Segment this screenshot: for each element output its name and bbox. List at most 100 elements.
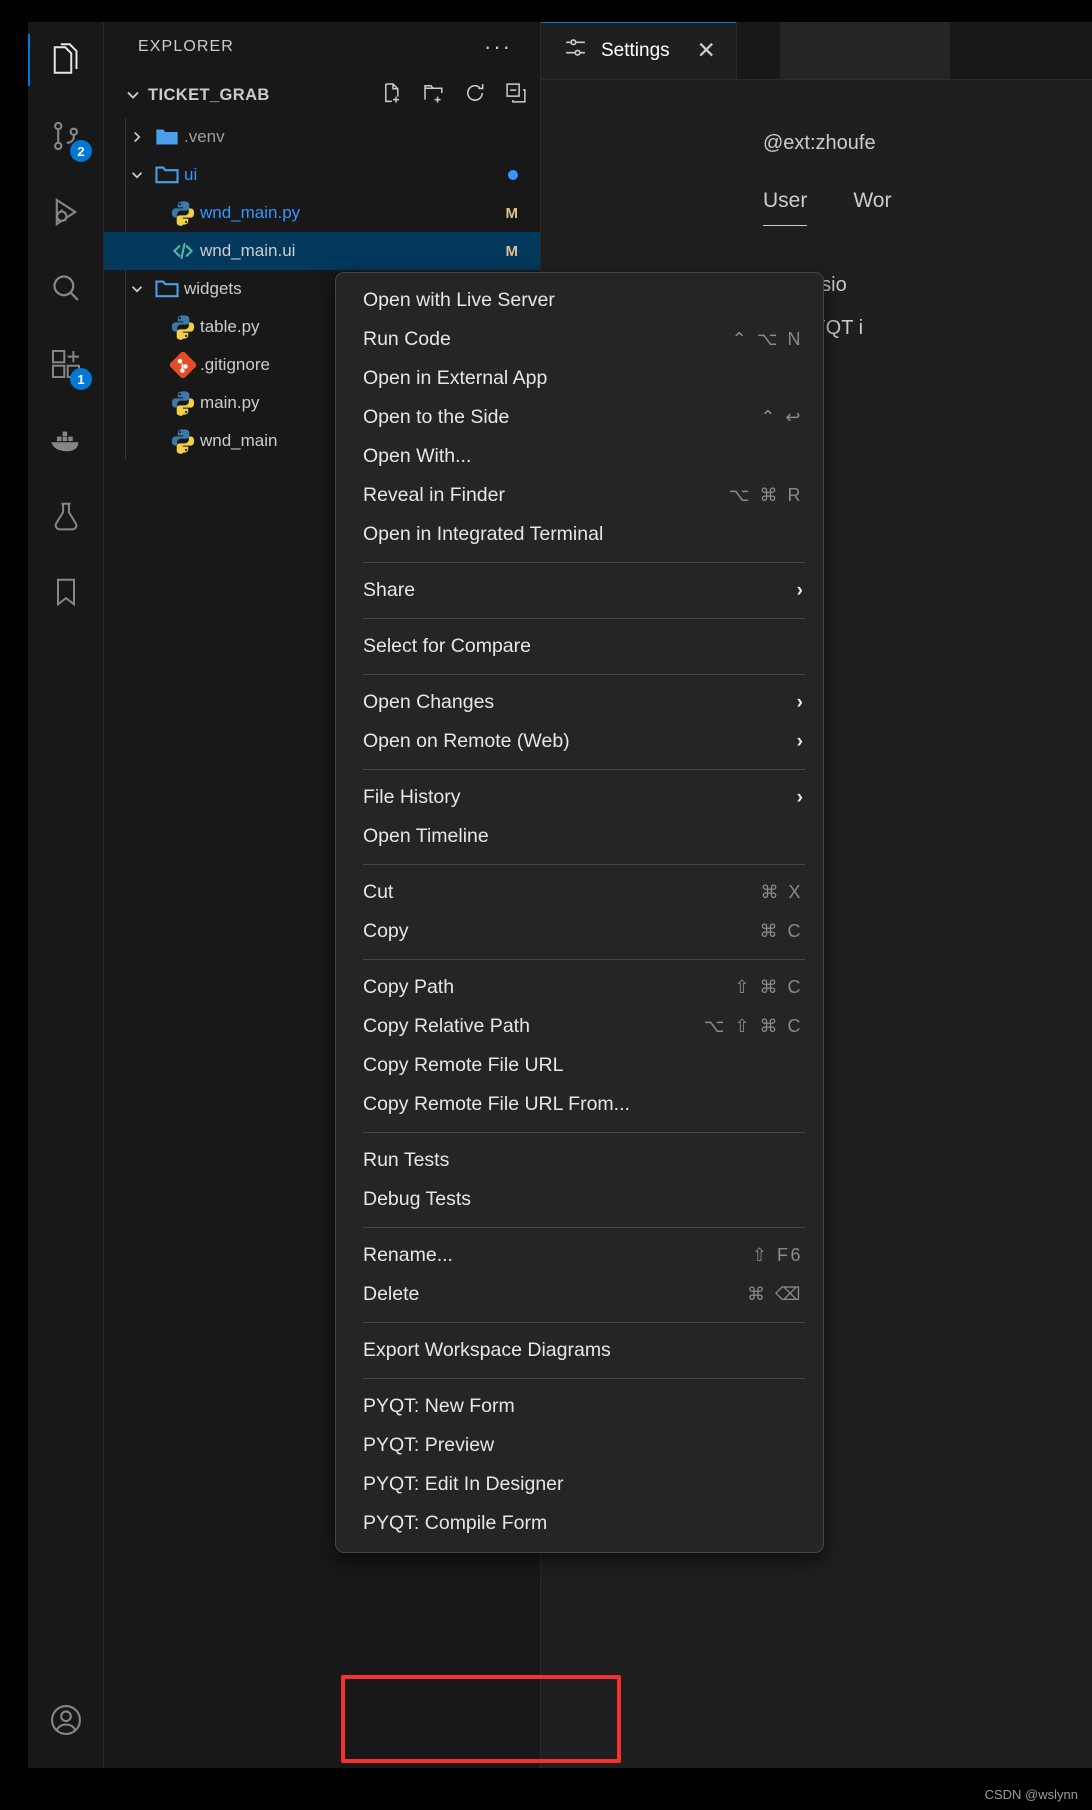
menu-item-run-code[interactable]: Run Code ⌃ ⌥ N xyxy=(336,320,823,359)
activity-item-search[interactable] xyxy=(28,250,104,326)
chevron-right-icon: › xyxy=(796,786,803,808)
chevron-right-icon: › xyxy=(796,730,803,752)
menu-item-label: Open Changes xyxy=(363,691,495,713)
activity-item-source-control[interactable]: 2 xyxy=(28,98,104,174)
menu-separator xyxy=(363,562,805,563)
tab-settings[interactable]: Settings ✕ xyxy=(541,22,737,79)
git-status-badge: M xyxy=(505,242,519,260)
menu-item-shortcut: ⌘ X xyxy=(760,882,803,902)
activity-item-extensions[interactable]: 1 xyxy=(28,326,104,402)
settings-gear-icon xyxy=(563,35,588,66)
menu-item-export-workspace-diagrams[interactable]: Export Workspace Diagrams xyxy=(336,1331,823,1370)
settings-search-input[interactable]: @ext:zhoufe xyxy=(541,110,1092,155)
files-icon xyxy=(48,42,84,78)
close-icon[interactable]: ✕ xyxy=(697,39,716,62)
menu-item-open-in-external-app[interactable]: Open in External App xyxy=(336,359,823,398)
activity-item-docker[interactable] xyxy=(28,402,104,478)
menu-item-shortcut: ⌥ ⌘ R xyxy=(728,485,803,505)
activity-item-run-and-debug[interactable] xyxy=(28,174,104,250)
folder-filled-icon xyxy=(150,124,184,150)
search-icon xyxy=(49,271,83,305)
new-folder-icon[interactable] xyxy=(422,81,446,110)
menu-item-copy[interactable]: Copy ⌘ C xyxy=(336,912,823,951)
tree-root-label: TICKET_GRAB xyxy=(148,85,270,104)
menu-item-copy-relative-path[interactable]: Copy Relative Path ⌥ ⇧ ⌘ C xyxy=(336,1007,823,1046)
menu-item-label: Delete xyxy=(363,1283,420,1305)
tree-row-wnd-main-ui[interactable]: wnd_main.ui M xyxy=(104,232,540,270)
menu-item-label: Copy xyxy=(363,920,409,942)
menu-item-label: Share xyxy=(363,579,416,601)
tree-row-label: ui xyxy=(184,165,198,184)
python-icon xyxy=(166,427,200,455)
refresh-icon[interactable] xyxy=(463,81,487,110)
menu-item-open-changes[interactable]: Open Changes › xyxy=(336,683,823,722)
menu-item-label: Open to the Side xyxy=(363,406,510,428)
menu-item-label: Open on Remote (Web) xyxy=(363,730,570,752)
menu-item-open-with[interactable]: Open With... xyxy=(336,437,823,476)
menu-item-share[interactable]: Share › xyxy=(336,571,823,610)
menu-separator xyxy=(363,864,805,865)
tab-workspace[interactable]: Wor xyxy=(853,189,891,226)
menu-item-open-on-remote-web[interactable]: Open on Remote (Web) › xyxy=(336,722,823,761)
menu-item-copy-path[interactable]: Copy Path ⇧ ⌘ C xyxy=(336,968,823,1007)
menu-item-file-history[interactable]: File History › xyxy=(336,778,823,817)
menu-item-label: Run Code xyxy=(363,328,451,350)
menu-item-pyqt-new-form[interactable]: PYQT: New Form xyxy=(336,1387,823,1426)
menu-item-rename[interactable]: Rename... ⇧ F6 xyxy=(336,1236,823,1275)
activity-item-testing[interactable] xyxy=(28,478,104,554)
menu-item-shortcut: ⌃ ↩ xyxy=(760,407,803,427)
menu-item-label: Cut xyxy=(363,881,394,903)
tree-row-venv[interactable]: .venv xyxy=(104,118,540,156)
tab-label: Settings xyxy=(601,39,670,61)
tree-row-label: wnd_main.ui xyxy=(200,241,296,260)
menu-item-run-tests[interactable]: Run Tests xyxy=(336,1141,823,1180)
menu-item-open-in-integrated-terminal[interactable]: Open in Integrated Terminal xyxy=(336,515,823,554)
settings-search-value: @ext:zhoufe xyxy=(763,132,876,154)
python-icon xyxy=(166,199,200,227)
menu-item-pyqt-compile-form[interactable]: PYQT: Compile Form xyxy=(336,1504,823,1543)
git-status-badge: M xyxy=(505,204,519,222)
menu-item-label: Open in External App xyxy=(363,367,548,389)
menu-item-debug-tests[interactable]: Debug Tests xyxy=(336,1180,823,1219)
menu-item-label: PYQT: Edit In Designer xyxy=(363,1473,564,1495)
screenshot-root: 2 1 EXPLORER ··· TICKET_GRAB .venv ui wn… xyxy=(0,0,1092,1810)
account-icon xyxy=(48,1702,84,1738)
tree-row-ui[interactable]: ui xyxy=(104,156,540,194)
menu-separator xyxy=(363,674,805,675)
activity-item-bookmarks[interactable] xyxy=(28,554,104,630)
tree-row-wnd-main-py[interactable]: wnd_main.py M xyxy=(104,194,540,232)
menu-item-cut[interactable]: Cut ⌘ X xyxy=(336,873,823,912)
menu-item-select-for-compare[interactable]: Select for Compare xyxy=(336,627,823,666)
chevron-right-icon: › xyxy=(796,691,803,713)
menu-item-shortcut: ⌘ ⌫ xyxy=(747,1284,803,1304)
menu-item-copy-remote-file-url[interactable]: Copy Remote File URL xyxy=(336,1046,823,1085)
chevron-down-icon xyxy=(124,280,150,298)
menu-item-open-timeline[interactable]: Open Timeline xyxy=(336,817,823,856)
menu-item-label: Reveal in Finder xyxy=(363,484,505,506)
menu-item-label: Open in Integrated Terminal xyxy=(363,523,604,545)
menu-item-open-to-the-side[interactable]: Open to the Side ⌃ ↩ xyxy=(336,398,823,437)
menu-item-label: Debug Tests xyxy=(363,1188,472,1210)
tab-user[interactable]: User xyxy=(763,189,808,226)
activity-item-accounts[interactable] xyxy=(28,1682,104,1758)
collapse-all-icon[interactable] xyxy=(504,81,528,110)
sidebar-more-actions-icon[interactable]: ··· xyxy=(478,36,518,58)
new-file-icon[interactable] xyxy=(381,81,405,110)
tree-row-label: .venv xyxy=(184,127,225,146)
menu-separator xyxy=(363,769,805,770)
menu-item-reveal-in-finder[interactable]: Reveal in Finder ⌥ ⌘ R xyxy=(336,476,823,515)
menu-item-label: Open with Live Server xyxy=(363,289,555,311)
menu-item-label: Copy Remote File URL xyxy=(363,1054,564,1076)
menu-item-pyqt-preview[interactable]: PYQT: Preview xyxy=(336,1426,823,1465)
activity-item-explorer[interactable] xyxy=(28,22,104,98)
tree-root-ticket-grab[interactable]: TICKET_GRAB xyxy=(104,72,540,118)
tab-bar-secondary-strip xyxy=(780,22,950,79)
menu-item-copy-remote-file-url-from[interactable]: Copy Remote File URL From... xyxy=(336,1085,823,1124)
vscode-window: 2 1 EXPLORER ··· TICKET_GRAB .venv ui wn… xyxy=(28,22,1092,1768)
menu-item-label: Open With... xyxy=(363,445,472,467)
menu-item-open-with-live-server[interactable]: Open with Live Server xyxy=(336,281,823,320)
menu-item-delete[interactable]: Delete ⌘ ⌫ xyxy=(336,1275,823,1314)
folder-open-icon xyxy=(150,162,184,188)
menu-item-pyqt-edit-in-designer[interactable]: PYQT: Edit In Designer xyxy=(336,1465,823,1504)
chevron-right-icon: › xyxy=(796,579,803,601)
